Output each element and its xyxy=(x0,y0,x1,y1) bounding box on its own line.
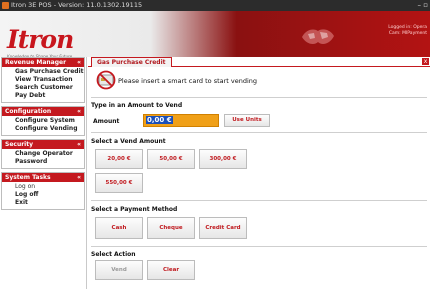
app-icon xyxy=(2,2,9,9)
tab-bar: Gas Purchase Credit x xyxy=(88,57,430,67)
use-units-button[interactable]: Use Units xyxy=(224,114,270,127)
window-controls[interactable]: – ▫ xyxy=(418,0,428,11)
sidebar-item-configure-system[interactable]: Configure System xyxy=(15,117,84,125)
collapse-icon[interactable]: « xyxy=(77,58,81,67)
cheque-button[interactable]: Cheque xyxy=(147,217,195,239)
sidebar-item-view-transaction[interactable]: View Transaction xyxy=(15,76,84,84)
globe-icon xyxy=(302,29,334,45)
sidebar-item-pay-debt[interactable]: Pay Debt xyxy=(15,92,84,100)
user-info: Logged in: Opera Cam: MIPayment xyxy=(388,25,427,36)
sidebar-item-change-password[interactable]: Change Operator Password xyxy=(15,150,84,166)
vend-amount-button[interactable]: 550,00 € xyxy=(95,173,143,193)
window-title: Itron 3E POS - Version: 11.0.1302.19115 xyxy=(11,1,143,9)
sidebar-item-log-off[interactable]: Log off xyxy=(15,191,84,199)
main-content: Gas Purchase Credit x Please insert a sm… xyxy=(88,57,430,289)
sidebar-item-configure-vending[interactable]: Configure Vending xyxy=(15,125,84,133)
sidebar: Revenue Manager « Gas Purchase Credit Vi… xyxy=(0,57,87,289)
divider xyxy=(91,97,427,98)
divider xyxy=(91,200,427,201)
clear-button[interactable]: Clear xyxy=(147,260,195,280)
credit-card-button[interactable]: Credit Card xyxy=(199,217,247,239)
panel-header[interactable]: Revenue Manager « xyxy=(2,58,84,67)
panel-system-tasks: System Tasks « Log on Log off Exit xyxy=(1,172,85,210)
vend-amount-title: Select a Vend Amount xyxy=(91,138,166,145)
sidebar-item-search-customer[interactable]: Search Customer xyxy=(15,84,84,92)
vend-amount-button[interactable]: 20,00 € xyxy=(95,149,143,169)
collapse-icon[interactable]: « xyxy=(77,107,81,116)
collapse-icon[interactable]: « xyxy=(77,173,81,182)
sidebar-item-gas-purchase-credit[interactable]: Gas Purchase Credit xyxy=(15,68,84,76)
panel-header[interactable]: Configuration « xyxy=(2,107,84,116)
sidebar-item-log-on[interactable]: Log on xyxy=(15,183,84,191)
action-title: Select Action xyxy=(91,251,136,258)
cash-button[interactable]: Cash xyxy=(95,217,143,239)
app-header: Itron Knowledge to Shape Your Future Log… xyxy=(0,11,430,59)
divider xyxy=(91,246,427,247)
no-card-icon xyxy=(96,70,116,90)
sidebar-item-exit[interactable]: Exit xyxy=(15,199,84,207)
panel-header[interactable]: Security « xyxy=(2,140,84,149)
close-icon[interactable]: x xyxy=(422,58,429,65)
vend-button[interactable]: Vend xyxy=(95,260,143,280)
divider xyxy=(91,132,427,133)
card-message: Please insert a smart card to start vend… xyxy=(118,77,258,85)
panel-revenue-manager: Revenue Manager « Gas Purchase Credit Vi… xyxy=(1,57,85,103)
panel-security: Security « Change Operator Password xyxy=(1,139,85,169)
panel-configuration: Configuration « Configure System Configu… xyxy=(1,106,85,136)
tab-gas-purchase-credit[interactable]: Gas Purchase Credit xyxy=(91,57,172,67)
amount-label: Amount xyxy=(93,118,120,125)
payment-method-title: Select a Payment Method xyxy=(91,206,178,213)
amount-section-title: Type in an Amount to Vend xyxy=(91,102,183,109)
itron-logo: Itron xyxy=(7,25,74,54)
vend-amount-button[interactable]: 50,00 € xyxy=(147,149,195,169)
amount-field[interactable]: 0,00 € xyxy=(143,114,219,127)
panel-header[interactable]: System Tasks « xyxy=(2,173,84,182)
vend-amount-button[interactable]: 300,00 € xyxy=(199,149,247,169)
window-titlebar: Itron 3E POS - Version: 11.0.1302.19115 … xyxy=(0,0,430,11)
collapse-icon[interactable]: « xyxy=(77,140,81,149)
